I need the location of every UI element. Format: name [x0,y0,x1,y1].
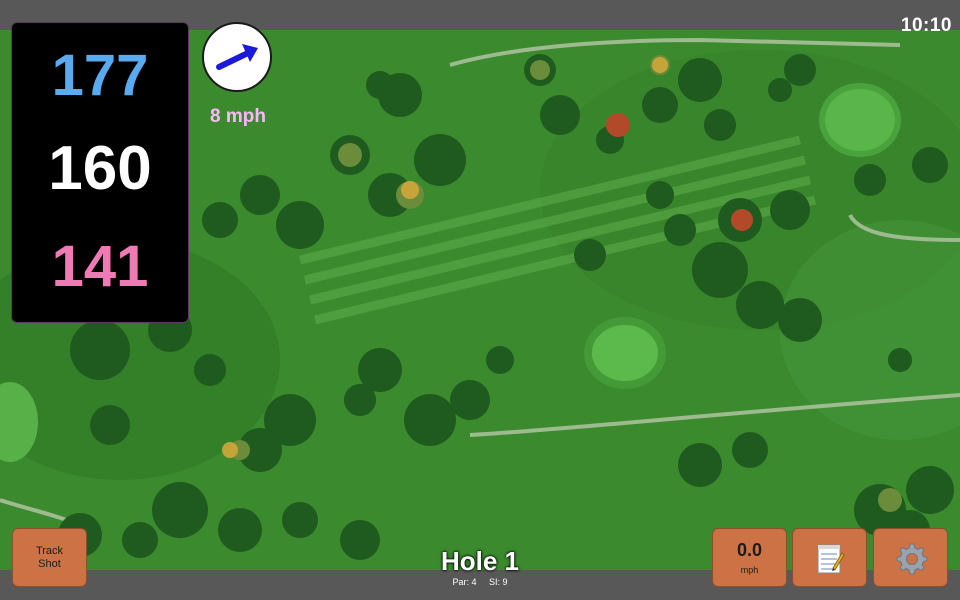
notepad-icon [817,544,845,573]
middle-distance: 160 [48,134,152,203]
distance-panel: 177 160 141 [11,22,189,323]
hole-meta: Par: 4 SI: 9 [400,577,560,587]
speed-unit: mph [740,564,759,575]
back-distance: 177 [51,43,149,108]
front-distance: 141 [51,234,149,299]
track-shot-button[interactable]: Track Shot [12,528,87,587]
wind-indicator [202,22,272,92]
track-shot-label-line2: Shot [38,557,61,570]
speed-button[interactable]: 0.0 mph [712,528,787,587]
settings-button[interactable] [873,528,948,587]
track-shot-label-line1: Track [35,544,64,557]
clock: 10:10 [900,15,952,36]
par-label: Par: 4 [452,577,477,587]
wind-speed-label: 8 mph [210,106,266,127]
speed-value: 0.0 [736,539,763,560]
arrow-icon [216,44,258,70]
gear-icon [896,543,927,574]
hole-title: Hole 1 [440,546,520,576]
notes-button[interactable] [792,528,867,587]
stroke-index-label: SI: 9 [489,577,508,587]
